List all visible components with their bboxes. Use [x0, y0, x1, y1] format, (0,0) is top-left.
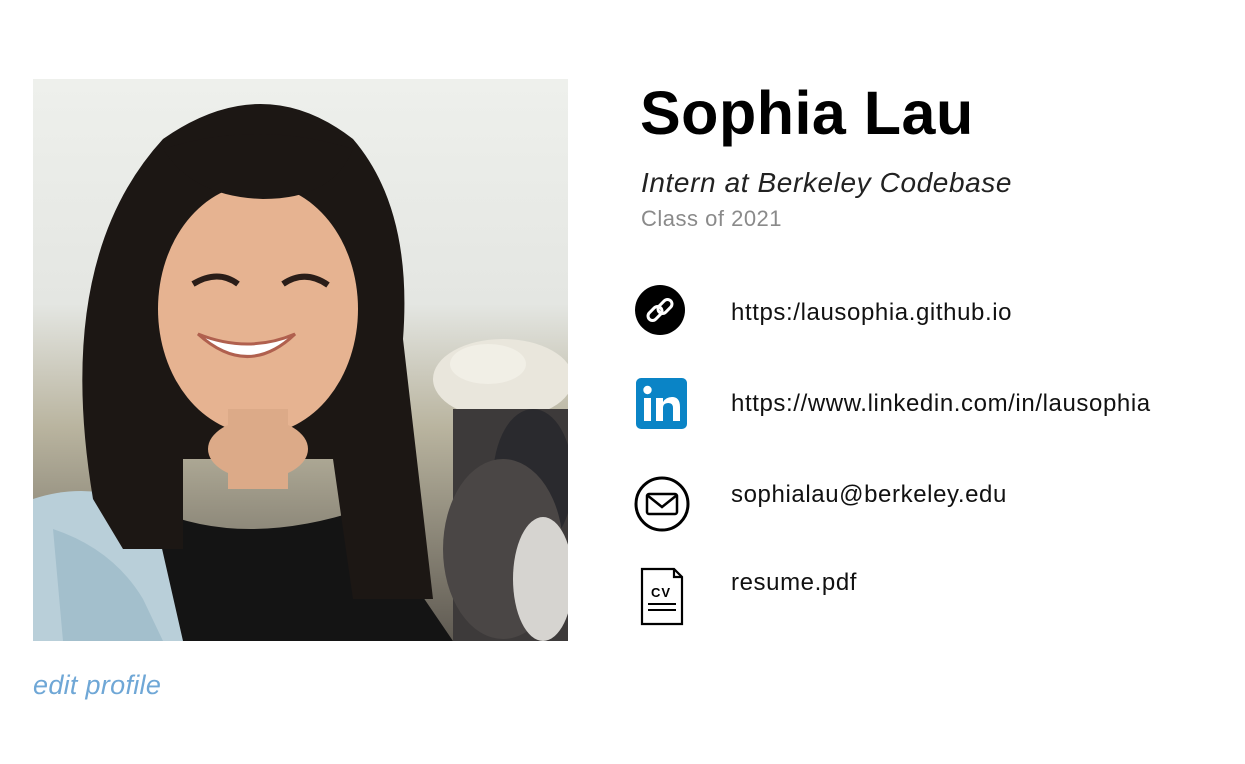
- linkedin-icon[interactable]: [630, 376, 692, 438]
- profile-role: Intern at Berkeley Codebase: [641, 167, 1013, 198]
- profile-photo-illustration: [33, 104, 568, 641]
- cv-badge: CV: [651, 585, 672, 600]
- email-link[interactable]: sophialau@berkeley.edu: [731, 481, 1007, 509]
- link-icon[interactable]: [630, 283, 692, 345]
- contact-email-row: sophialau@berkeley.edu: [630, 476, 1230, 536]
- profile-photo: [33, 79, 568, 641]
- resume-link[interactable]: resume.pdf: [731, 569, 857, 597]
- contact-resume-row: CV resume.pdf: [630, 566, 1230, 626]
- website-link[interactable]: https:/lausophia.github.io: [731, 299, 1012, 327]
- edit-profile-link[interactable]: edit profile: [33, 670, 161, 701]
- contact-website-row: https:/lausophia.github.io: [630, 283, 1230, 343]
- profile-name: Sophia Lau: [640, 79, 974, 147]
- cv-document-icon[interactable]: CV: [630, 566, 692, 628]
- mail-icon[interactable]: [630, 476, 692, 538]
- profile-class-year: Class of 2021: [641, 206, 783, 231]
- linkedin-link[interactable]: https://www.linkedin.com/in/lausophia: [731, 390, 1151, 418]
- contact-linkedin-row: https://www.linkedin.com/in/lausophia: [630, 376, 1230, 436]
